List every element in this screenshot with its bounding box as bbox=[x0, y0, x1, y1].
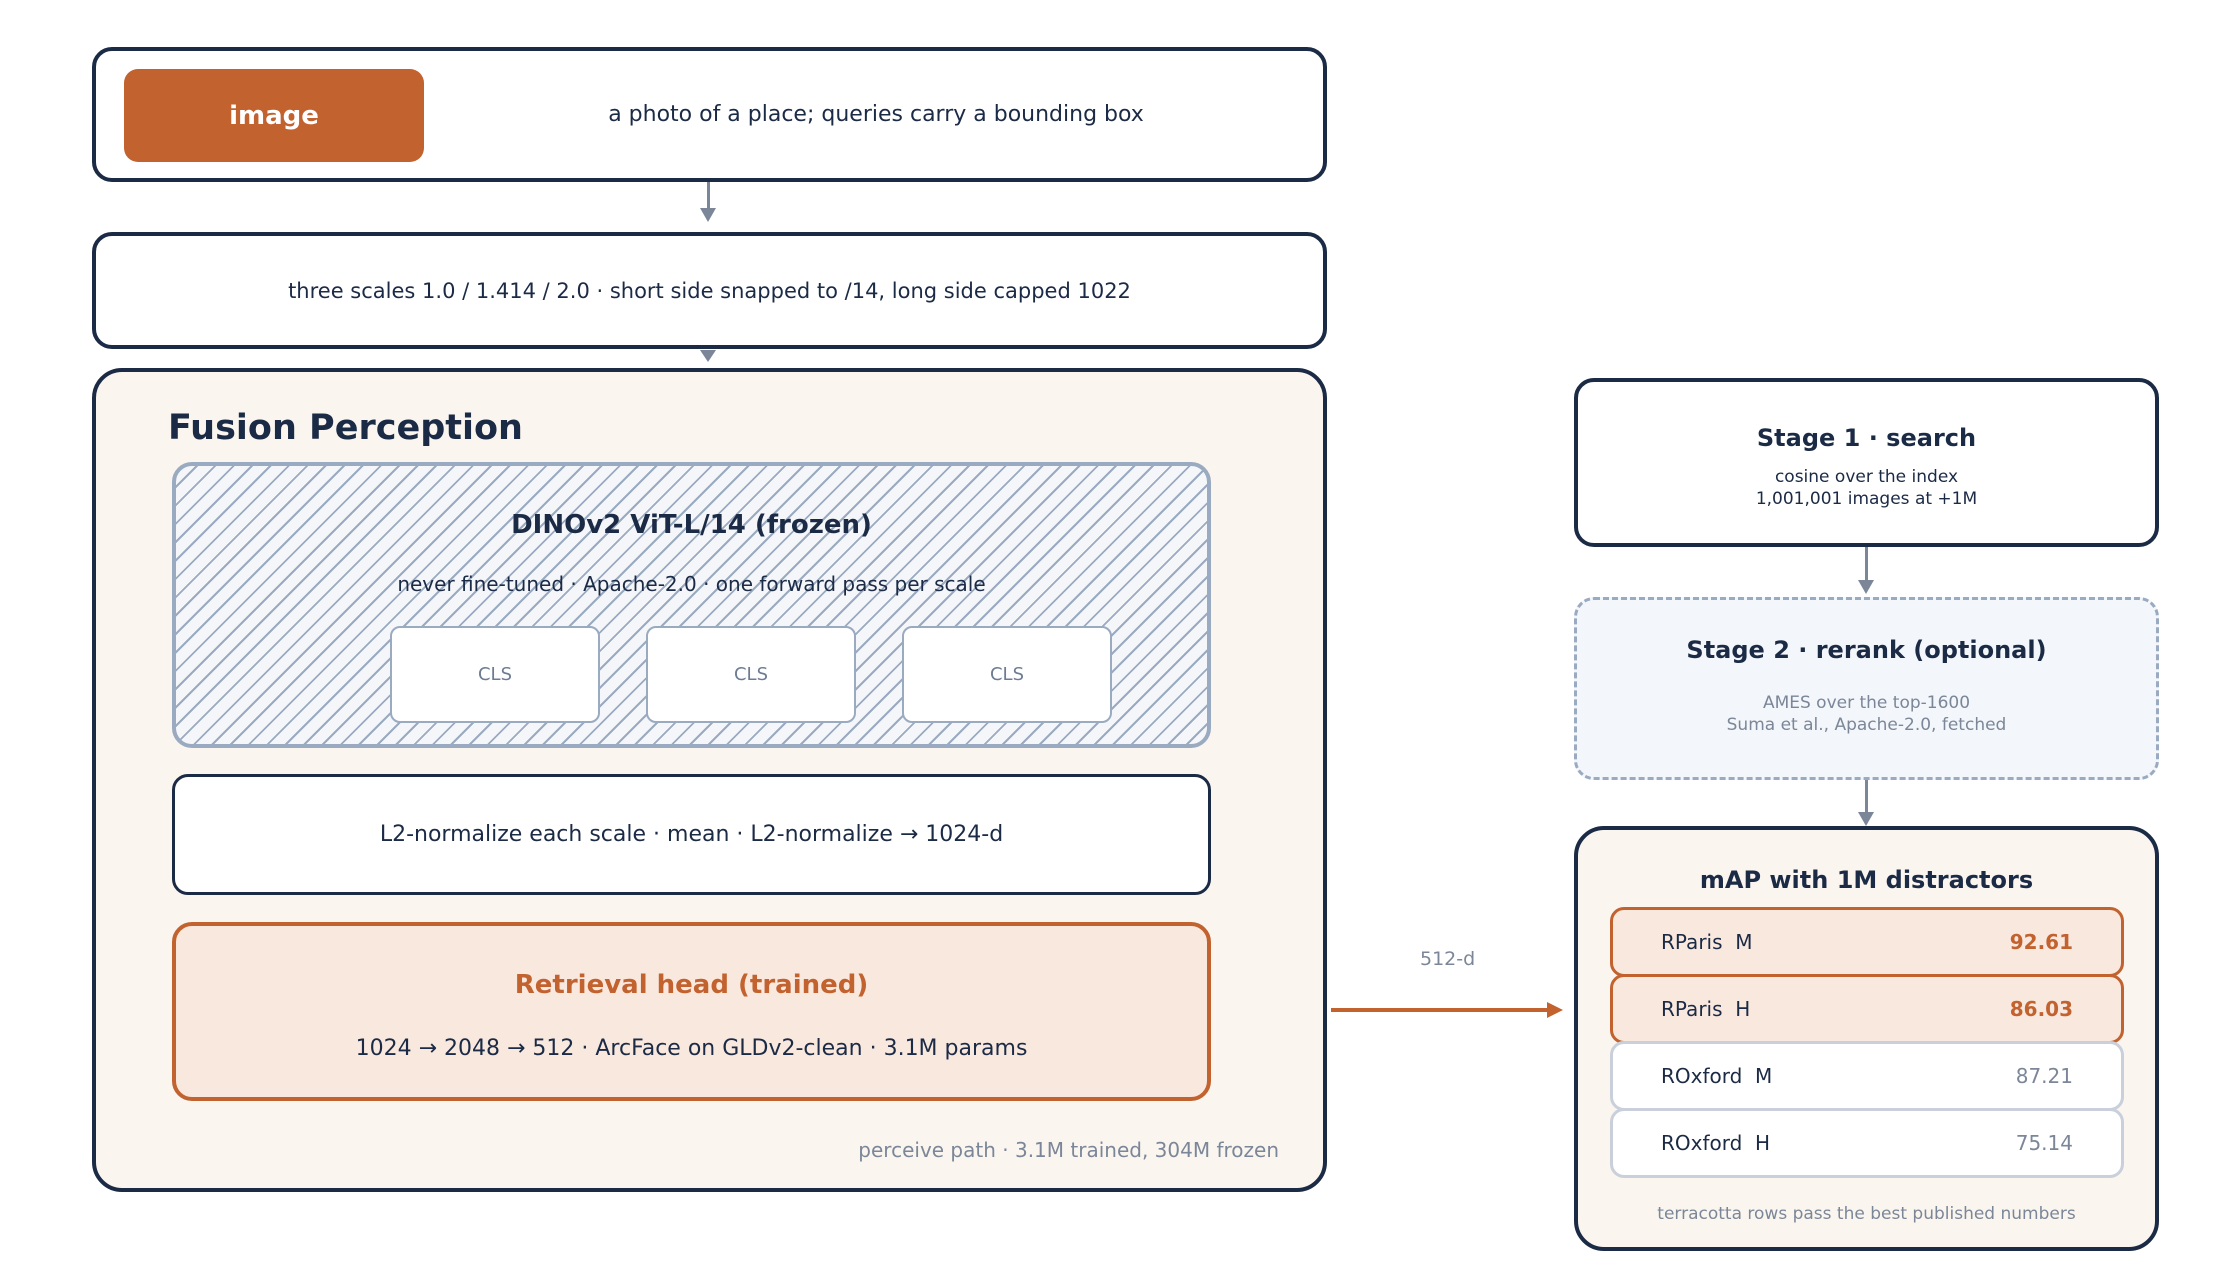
result-row: RParis M 92.61 bbox=[1610, 907, 2124, 977]
results-panel: mAP with 1M distractors RParis M 92.61 R… bbox=[1574, 826, 2159, 1251]
cls-token: CLS bbox=[390, 626, 600, 723]
stage1-box: Stage 1 · search cosine over the index 1… bbox=[1574, 378, 2159, 547]
stage1-description: cosine over the index 1,001,001 images a… bbox=[1578, 466, 2155, 510]
stage2-box: Stage 2 · rerank (optional) AMES over th… bbox=[1574, 597, 2159, 780]
result-row: ROxford H 75.14 bbox=[1610, 1108, 2124, 1178]
retrieval-head-subtitle: 1024 → 2048 → 512 · ArcFace on GLDv2-cle… bbox=[355, 1036, 1028, 1061]
backbone-title: DINOv2 ViT-L/14 (frozen) bbox=[511, 510, 872, 540]
results-footer: terracotta rows pass the best published … bbox=[1657, 1204, 2076, 1224]
input-box: image a photo of a place; queries carry … bbox=[92, 47, 1327, 182]
cls-token: CLS bbox=[646, 626, 856, 723]
retrieval-head-title: Retrieval head (trained) bbox=[514, 970, 869, 1000]
scales-box: three scales 1.0 / 1.414 / 2.0 · short s… bbox=[92, 232, 1327, 349]
arrow-head-input-to-scales bbox=[700, 208, 716, 222]
stage2-line1: AMES over the top-1600 bbox=[1762, 693, 1971, 713]
fusion-title: Fusion Perception bbox=[168, 408, 523, 448]
stage2-line2: Suma et al., Apache-2.0, fetched bbox=[1726, 715, 2007, 735]
result-row-label: RParis M bbox=[1661, 930, 1753, 954]
arrow-head-stage1-to-stage2 bbox=[1858, 580, 1874, 594]
arrow-head-stage2-to-results bbox=[1858, 812, 1874, 826]
result-row-label: RParis H bbox=[1661, 997, 1751, 1021]
result-row-value: 86.03 bbox=[2009, 997, 2073, 1021]
cls-token: CLS bbox=[902, 626, 1112, 723]
input-description: a photo of a place; queries carry a boun… bbox=[608, 102, 1144, 127]
backbone-subtitle: never fine-tuned · Apache-2.0 · one forw… bbox=[397, 572, 986, 596]
result-row-label: ROxford M bbox=[1661, 1064, 1773, 1088]
result-row-label: ROxford H bbox=[1661, 1131, 1771, 1155]
result-row: RParis H 86.03 bbox=[1610, 974, 2124, 1044]
stage1-line2: 1,001,001 images at +1M bbox=[1755, 489, 1978, 509]
normalize-box: L2-normalize each scale · mean · L2-norm… bbox=[172, 774, 1211, 895]
output-dimension-label: 512-d bbox=[1420, 948, 1476, 970]
fusion-perception-panel: Fusion Perception DINOv2 ViT-L/14 (froze… bbox=[92, 368, 1327, 1192]
stage2-title: Stage 2 · rerank (optional) bbox=[1686, 636, 2047, 664]
image-chip: image bbox=[124, 69, 424, 162]
result-row-value: 75.14 bbox=[2015, 1131, 2073, 1155]
stage1-line1: cosine over the index bbox=[1774, 467, 1959, 487]
stage1-title: Stage 1 · search bbox=[1756, 424, 1977, 452]
arrow-head-scales-to-fusion bbox=[700, 350, 716, 362]
output-arrow bbox=[1331, 1008, 1547, 1012]
result-row: ROxford M 87.21 bbox=[1610, 1041, 2124, 1111]
stage2-description: AMES over the top-1600 Suma et al., Apac… bbox=[1577, 692, 2156, 736]
results-title: mAP with 1M distractors bbox=[1699, 866, 2034, 894]
output-arrow-head bbox=[1547, 1002, 1563, 1018]
fusion-footer: perceive path · 3.1M trained, 304M froze… bbox=[858, 1138, 1279, 1162]
arrow-stage2-to-results bbox=[1865, 780, 1868, 814]
backbone-box: DINOv2 ViT-L/14 (frozen) never fine-tune… bbox=[172, 462, 1211, 748]
result-row-value: 92.61 bbox=[2009, 930, 2073, 954]
retrieval-head-box: Retrieval head (trained) 1024 → 2048 → 5… bbox=[172, 922, 1211, 1101]
result-row-value: 87.21 bbox=[2015, 1064, 2073, 1088]
